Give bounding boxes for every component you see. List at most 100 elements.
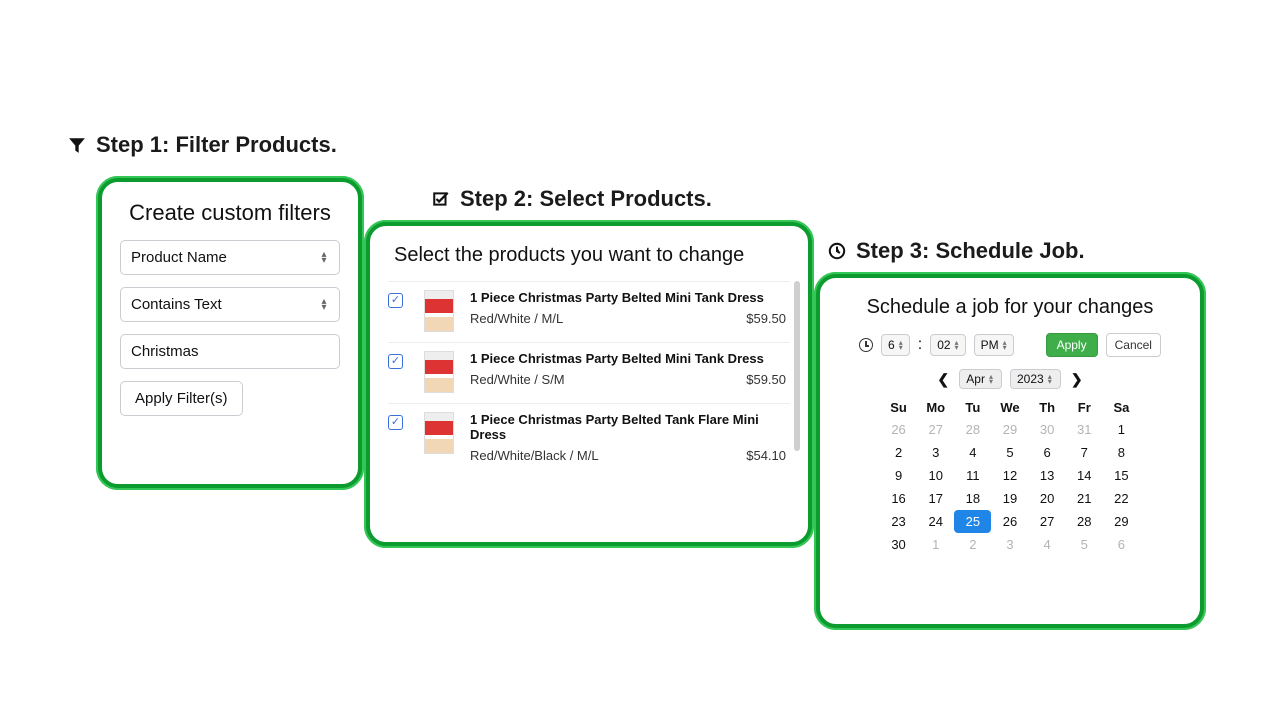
filter-operator-select-value: Contains Text <box>131 296 222 313</box>
product-price: $59.50 <box>746 372 786 387</box>
product-checkbox[interactable]: ✓ <box>388 293 403 308</box>
product-title: 1 Piece Christmas Party Belted Mini Tank… <box>470 290 786 305</box>
calendar-day[interactable]: 23 <box>880 510 917 533</box>
calendar-day[interactable]: 17 <box>917 487 954 510</box>
step3-card-title: Schedule a job for your changes <box>838 296 1182 319</box>
calendar-day[interactable]: 8 <box>1103 441 1140 464</box>
calendar-day[interactable]: 3 <box>917 441 954 464</box>
product-price: $54.10 <box>746 448 786 463</box>
filter-field-select[interactable]: Product Name ▴▾ <box>120 240 340 275</box>
calendar-week-row: 30123456 <box>880 533 1140 556</box>
calendar-day[interactable]: 25 <box>954 510 991 533</box>
calendar-day[interactable]: 19 <box>991 487 1028 510</box>
check-square-icon <box>432 190 450 208</box>
calendar-day[interactable]: 28 <box>1066 510 1103 533</box>
calendar-day[interactable]: 26 <box>880 418 917 441</box>
calendar-day[interactable]: 30 <box>880 533 917 556</box>
calendar-week-row: 23242526272829 <box>880 510 1140 533</box>
year-select[interactable]: 2023 ▴▾ <box>1010 369 1061 389</box>
calendar-day[interactable]: 7 <box>1066 441 1103 464</box>
calendar-day[interactable]: 27 <box>917 418 954 441</box>
calendar-week-row: 2345678 <box>880 441 1140 464</box>
apply-button-label: Apply <box>1057 338 1087 352</box>
calendar-day[interactable]: 1 <box>917 533 954 556</box>
product-thumbnail <box>424 412 454 454</box>
ampm-input[interactable]: PM ▴▾ <box>974 334 1014 356</box>
calendar-day[interactable]: 5 <box>991 441 1028 464</box>
calendar-day[interactable]: 16 <box>880 487 917 510</box>
calendar-day[interactable]: 15 <box>1103 464 1140 487</box>
filter-operator-select[interactable]: Contains Text ▴▾ <box>120 287 340 322</box>
product-checkbox[interactable]: ✓ <box>388 354 403 369</box>
calendar-day[interactable]: 12 <box>991 464 1028 487</box>
month-value: Apr <box>966 372 985 386</box>
calendar-week-row: 9101112131415 <box>880 464 1140 487</box>
scrollbar[interactable] <box>794 281 800 451</box>
calendar-day[interactable]: 3 <box>991 533 1028 556</box>
calendar-day[interactable]: 27 <box>1029 510 1066 533</box>
step1-card-title: Create custom filters <box>120 200 340 226</box>
minute-input[interactable]: 02 ▴▾ <box>930 334 965 356</box>
apply-filters-button[interactable]: Apply Filter(s) <box>120 381 243 416</box>
calendar-day[interactable]: 1 <box>1103 418 1140 441</box>
calendar-dow: Mo <box>917 397 954 418</box>
calendar-day[interactable]: 30 <box>1029 418 1066 441</box>
calendar-day[interactable]: 31 <box>1066 418 1103 441</box>
calendar-day[interactable]: 10 <box>917 464 954 487</box>
calendar-day[interactable]: 21 <box>1066 487 1103 510</box>
product-row: ✓1 Piece Christmas Party Belted Mini Tan… <box>388 342 790 403</box>
calendar-dow: Fr <box>1066 397 1103 418</box>
product-checkbox[interactable]: ✓ <box>388 415 403 430</box>
calendar-day[interactable]: 2 <box>880 441 917 464</box>
ampm-value: PM <box>981 338 999 352</box>
calendar-day[interactable]: 9 <box>880 464 917 487</box>
calendar-day[interactable]: 4 <box>1029 533 1066 556</box>
calendar-day[interactable]: 5 <box>1066 533 1103 556</box>
product-variant: Red/White / M/L <box>470 311 563 326</box>
product-list: ✓ 1 Piece Christmas Party Belted Mini Tan… <box>388 281 790 473</box>
calendar-day[interactable]: 6 <box>1103 533 1140 556</box>
stepper-icon: ▴▾ <box>989 374 993 384</box>
calendar-day[interactable]: 29 <box>1103 510 1140 533</box>
calendar-day[interactable]: 29 <box>991 418 1028 441</box>
calendar-day[interactable]: 14 <box>1066 464 1103 487</box>
calendar-day[interactable]: 28 <box>954 418 991 441</box>
step1-heading: Step 1: Filter Products. <box>68 132 337 158</box>
product-row: ✓ 1 Piece Christmas Party Belted Mini Tan… <box>388 281 790 342</box>
calendar-day[interactable]: 11 <box>954 464 991 487</box>
product-thumbnail <box>424 351 454 393</box>
stepper-icon: ▴▾ <box>955 340 959 350</box>
filter-icon <box>68 136 86 154</box>
calendar-day[interactable]: 2 <box>954 533 991 556</box>
step3-card: Schedule a job for your changes 6 ▴▾ : 0… <box>814 272 1206 630</box>
step1-card: Create custom filters Product Name ▴▾ Co… <box>96 176 364 490</box>
calendar-day[interactable]: 22 <box>1103 487 1140 510</box>
calendar-week-row: 16171819202122 <box>880 487 1140 510</box>
filter-value-input-text: Christmas <box>131 343 199 360</box>
product-thumbnail <box>424 290 454 332</box>
calendar-day[interactable]: 26 <box>991 510 1028 533</box>
hour-input[interactable]: 6 ▴▾ <box>881 334 910 356</box>
calendar-dow-row: SuMoTuWeThFrSa <box>880 397 1140 418</box>
stepper-icon: ▴▾ <box>319 252 329 264</box>
prev-month-button[interactable]: ❮ <box>935 371 951 388</box>
calendar-nav: ❮ Apr ▴▾ 2023 ▴▾ ❯ <box>838 369 1182 389</box>
filter-value-input[interactable]: Christmas <box>120 334 340 369</box>
apply-button[interactable]: Apply <box>1046 333 1098 357</box>
step2-heading: Step 2: Select Products. <box>432 186 712 212</box>
cancel-button[interactable]: Cancel <box>1106 333 1161 357</box>
month-select[interactable]: Apr ▴▾ <box>959 369 1002 389</box>
time-row: 6 ▴▾ : 02 ▴▾ PM ▴▾ Apply Cancel <box>838 333 1182 357</box>
step3-heading-text: Step 3: Schedule Job. <box>856 238 1085 264</box>
calendar-day[interactable]: 4 <box>954 441 991 464</box>
calendar-day[interactable]: 20 <box>1029 487 1066 510</box>
product-row: ✓1 Piece Christmas Party Belted Tank Fla… <box>388 403 790 473</box>
next-month-button[interactable]: ❯ <box>1069 371 1085 388</box>
stepper-icon: ▴▾ <box>899 340 903 350</box>
calendar-day[interactable]: 24 <box>917 510 954 533</box>
calendar-dow: Tu <box>954 397 991 418</box>
calendar-day[interactable]: 6 <box>1029 441 1066 464</box>
step2-heading-text: Step 2: Select Products. <box>460 186 712 212</box>
calendar-day[interactable]: 18 <box>954 487 991 510</box>
calendar-day[interactable]: 13 <box>1029 464 1066 487</box>
